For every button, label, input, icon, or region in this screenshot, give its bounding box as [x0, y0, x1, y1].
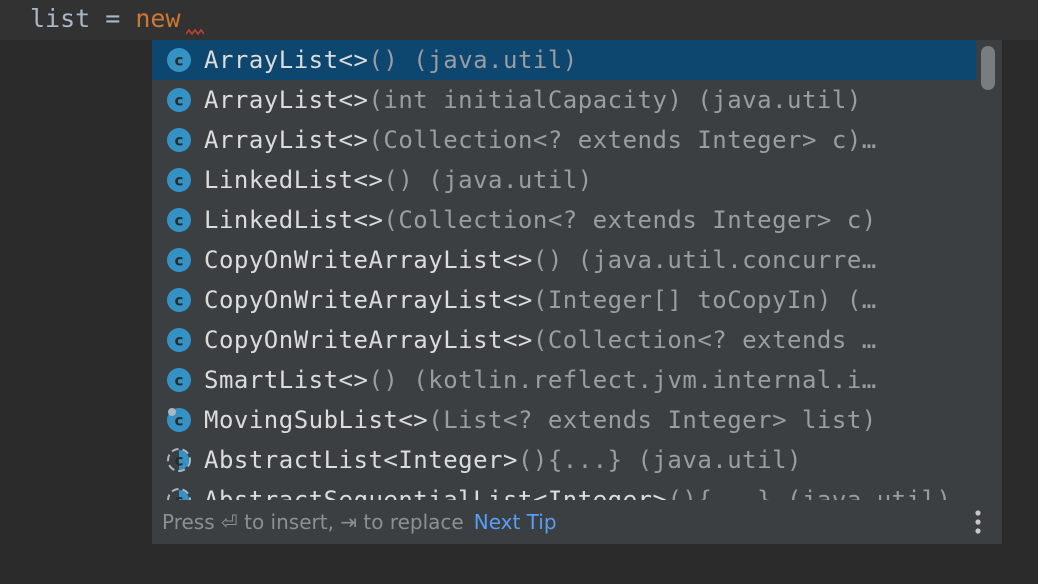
completion-item-text: ArrayList<>() (java.util): [204, 40, 578, 80]
code-line[interactable]: list = new: [30, 3, 181, 35]
svg-text:c: c: [175, 92, 184, 110]
completion-item-name: AbstractList<Integer>: [204, 446, 518, 474]
completion-item-name: CopyOnWriteArrayList<>: [204, 326, 533, 354]
completion-item-tail: (Collection<? extends …: [532, 326, 877, 354]
class-icon: c: [167, 128, 191, 152]
completion-item-name: AbstractSequentialList<Integer>: [204, 486, 668, 500]
inner-class-icon: c: [167, 408, 191, 432]
svg-text:c: c: [175, 52, 184, 70]
completion-item-name: ArrayList<>: [204, 86, 369, 114]
completion-item-tail: (Collection<? extends Integer> c)…: [368, 126, 877, 154]
scrollbar-thumb[interactable]: [981, 46, 995, 90]
more-options-icon[interactable]: [970, 508, 986, 536]
completion-item[interactable]: c AbstractSequentialList<Integer>(){...} …: [152, 480, 976, 500]
code-keyword: new: [135, 4, 181, 33]
completion-item-tail: (Collection<? extends Integer> c): [383, 206, 877, 234]
svg-text:c: c: [175, 452, 184, 470]
completion-item[interactable]: c SmartList<>() (kotlin.reflect.jvm.inter…: [152, 360, 976, 400]
completion-item-text: CopyOnWriteArrayList<>(Collection<? exte…: [204, 320, 877, 360]
svg-text:c: c: [175, 172, 184, 190]
class-icon: c: [167, 288, 191, 312]
completion-item-text: SmartList<>() (kotlin.reflect.jvm.intern…: [204, 360, 877, 400]
completion-item-tail: (int initialCapacity) (java.util): [368, 86, 862, 114]
completion-item-name: LinkedList<>: [204, 166, 384, 194]
svg-text:c: c: [175, 212, 184, 230]
completion-item[interactable]: c AbstractList<Integer>(){...} (java.util…: [152, 440, 976, 480]
completion-item-text: MovingSubList<>(List<? extends Integer> …: [204, 400, 877, 440]
footer-hint: Press ⏎ to insert, ⇥ to replace: [162, 510, 464, 534]
code-operator: =: [90, 4, 136, 33]
completion-item-tail: (){...} (java.util): [517, 446, 802, 474]
completion-item[interactable]: c LinkedList<>(Collection<? extends Integ…: [152, 200, 976, 240]
completion-item-name: LinkedList<>: [204, 206, 384, 234]
svg-text:c: c: [175, 372, 184, 390]
abstract-class-icon: c: [167, 448, 191, 472]
completion-item-name: MovingSubList<>: [204, 406, 429, 434]
error-squiggle-icon: [186, 28, 204, 36]
completion-item-tail: (){...} (java.util): [667, 486, 952, 500]
completion-popup: c ArrayList<>() (java.util) c ArrayList<>(i…: [152, 40, 1002, 544]
completion-item-text: CopyOnWriteArrayList<>(Integer[] toCopyI…: [204, 280, 877, 320]
completion-item-name: SmartList<>: [204, 366, 369, 394]
svg-text:c: c: [175, 252, 184, 270]
svg-text:c: c: [175, 132, 184, 150]
completion-item[interactable]: c CopyOnWriteArrayList<>() (java.util.con…: [152, 240, 976, 280]
completion-item-tail: (List<? extends Integer> list): [428, 406, 877, 434]
completion-item-tail: () (kotlin.reflect.jvm.internal.i…: [368, 366, 877, 394]
completion-item-tail: () (java.util): [368, 46, 578, 74]
svg-text:c: c: [175, 332, 184, 350]
completion-item[interactable]: c ArrayList<>() (java.util): [152, 40, 976, 80]
completion-item-tail: () (java.util): [383, 166, 593, 194]
current-line: list = new: [0, 0, 1038, 40]
completion-item-text: CopyOnWriteArrayList<>() (java.util.conc…: [204, 240, 877, 280]
completion-item[interactable]: c MovingSubList<>(List<? extends Integer>…: [152, 400, 976, 440]
completion-item[interactable]: c LinkedList<>() (java.util): [152, 160, 976, 200]
completion-item[interactable]: c ArrayList<>(int initialCapacity) (java.…: [152, 80, 976, 120]
completion-item-name: CopyOnWriteArrayList<>: [204, 246, 533, 274]
completion-item[interactable]: c CopyOnWriteArrayList<>(Integer[] toCopy…: [152, 280, 976, 320]
svg-text:c: c: [175, 412, 184, 430]
completion-item-text: ArrayList<>(Collection<? extends Integer…: [204, 120, 877, 160]
completion-item-text: LinkedList<>(Collection<? extends Intege…: [204, 200, 877, 240]
code-variable: list: [30, 4, 91, 33]
next-tip-link[interactable]: Next Tip: [474, 510, 557, 534]
svg-text:c: c: [175, 492, 184, 501]
completion-item-name: CopyOnWriteArrayList<>: [204, 286, 533, 314]
completion-item-text: LinkedList<>() (java.util): [204, 160, 593, 200]
class-icon: c: [167, 48, 191, 72]
completion-item-tail: () (java.util.concurre…: [532, 246, 877, 274]
completion-item-text: AbstractList<Integer>(){...} (java.util): [204, 440, 802, 480]
completion-item-name: ArrayList<>: [204, 46, 369, 74]
completion-item[interactable]: c CopyOnWriteArrayList<>(Collection<? ext…: [152, 320, 976, 360]
class-icon: c: [167, 368, 191, 392]
class-icon: c: [167, 208, 191, 232]
completion-item-tail: (Integer[] toCopyIn) (…: [532, 286, 877, 314]
completion-item-name: ArrayList<>: [204, 126, 369, 154]
scrollbar[interactable]: [976, 40, 1002, 500]
completion-item-text: AbstractSequentialList<Integer>(){...} (…: [204, 480, 951, 500]
completion-item[interactable]: c ArrayList<>(Collection<? extends Intege…: [152, 120, 976, 160]
abstract-class-icon: c: [167, 488, 191, 501]
class-icon: c: [167, 328, 191, 352]
class-icon: c: [167, 88, 191, 112]
class-icon: c: [167, 248, 191, 272]
class-icon: c: [167, 168, 191, 192]
completion-list: c ArrayList<>() (java.util) c ArrayList<>(i…: [152, 40, 1002, 500]
completion-item-text: ArrayList<>(int initialCapacity) (java.u…: [204, 80, 862, 120]
svg-text:c: c: [175, 292, 184, 310]
completion-footer: Press ⏎ to insert, ⇥ to replace Next Tip: [152, 500, 1002, 544]
